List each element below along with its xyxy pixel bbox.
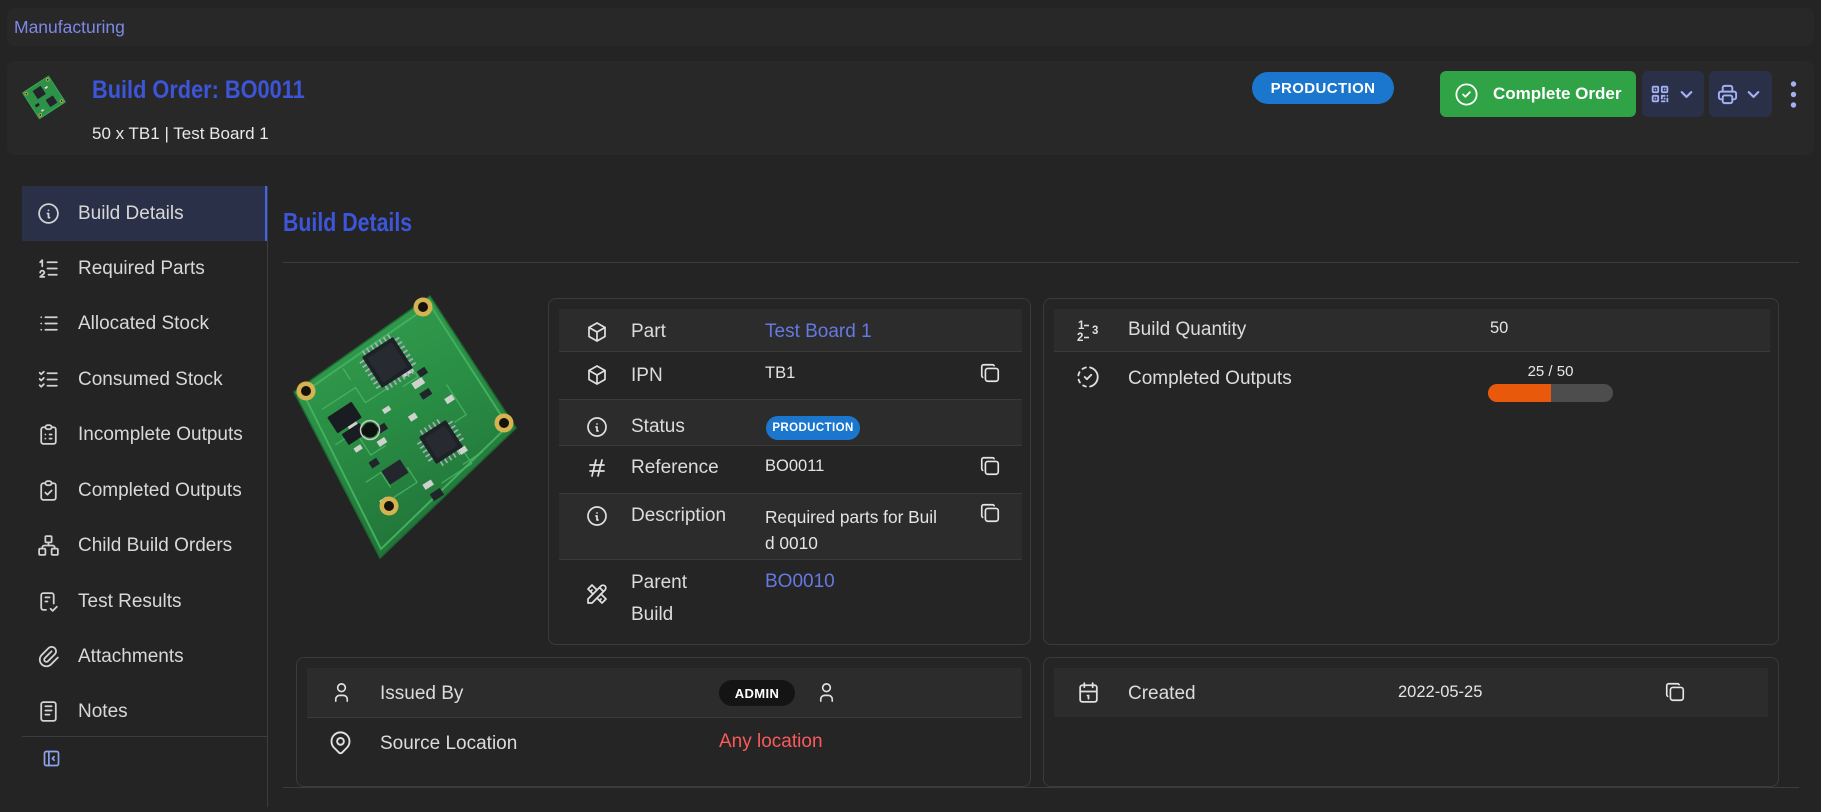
svg-text:3: 3 [1092, 325, 1098, 337]
svg-text:1: 1 [1078, 320, 1085, 332]
svg-text:2: 2 [1077, 332, 1083, 344]
